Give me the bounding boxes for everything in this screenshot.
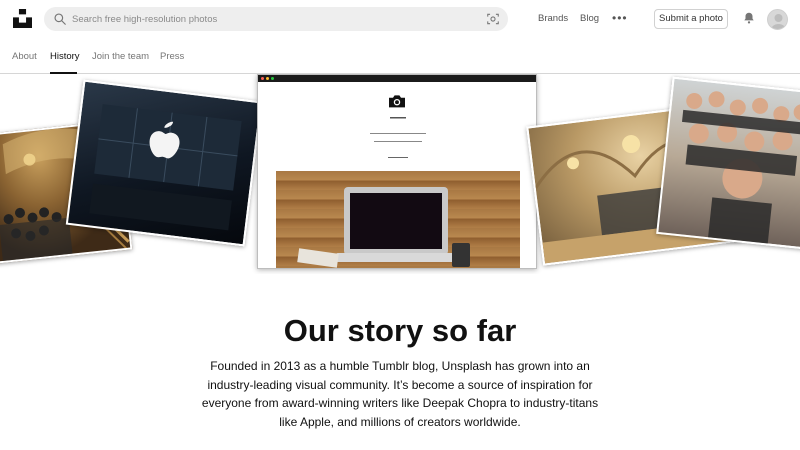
camera-icon (389, 95, 405, 108)
minimize-dot-icon (266, 77, 269, 80)
search-bar[interactable] (44, 7, 508, 31)
submit-photo-button[interactable]: Submit a photo (654, 9, 728, 29)
laptop-desk-photo (276, 171, 520, 268)
tab-join-the-team[interactable]: Join the team (92, 51, 149, 62)
browser-screenshot (257, 74, 537, 269)
close-dot-icon (261, 77, 264, 80)
story-description: Founded in 2013 as a humble Tumblr blog,… (201, 359, 599, 429)
browser-toolbar (258, 75, 536, 82)
more-menu-icon[interactable]: ••• (612, 11, 628, 25)
top-header: Brands Blog ••• Submit a photo (0, 0, 800, 38)
brands-link[interactable]: Brands (538, 13, 568, 24)
laptop-illustration (297, 187, 470, 268)
tab-about[interactable]: About (12, 51, 37, 62)
history-photo-collage (0, 74, 800, 274)
unsplash-logo-icon[interactable] (13, 9, 32, 28)
visual-search-icon[interactable] (486, 12, 500, 26)
apple-store-illustration (89, 104, 242, 231)
notifications-bell-icon[interactable] (742, 11, 756, 25)
maximize-dot-icon (271, 77, 274, 80)
user-avatar[interactable] (767, 9, 788, 30)
browser-text-lines (370, 117, 426, 158)
apple-store-photo (65, 79, 263, 247)
search-icon[interactable] (53, 12, 67, 26)
team-selfie-illustration (681, 91, 800, 248)
avatar-placeholder-icon (771, 14, 786, 29)
blog-link[interactable]: Blog (580, 13, 599, 24)
tab-history[interactable]: History (50, 51, 80, 62)
story-title: Our story so far (283, 313, 517, 348)
page-tabs: About History Join the team Press (0, 38, 800, 74)
tab-press[interactable]: Press (160, 51, 184, 62)
team-selfie-photo (656, 76, 800, 250)
search-input[interactable] (72, 7, 472, 31)
